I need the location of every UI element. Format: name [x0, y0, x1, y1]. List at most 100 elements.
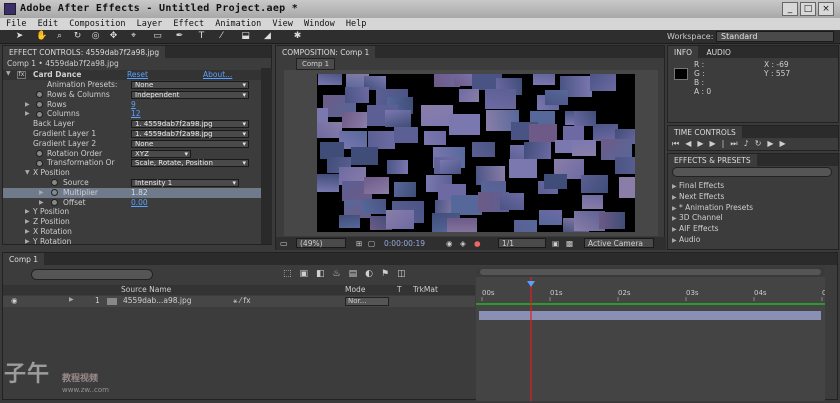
about-link[interactable]: About... — [203, 70, 232, 79]
audio-icon[interactable]: ♪ — [744, 139, 755, 148]
menu-help[interactable]: Help — [346, 19, 366, 29]
channel-icon[interactable]: ● — [474, 239, 481, 248]
menu-edit[interactable]: Edit — [38, 19, 58, 29]
eraser-tool-icon[interactable]: ◢ — [262, 31, 273, 42]
next-frame-icon[interactable]: ▶| — [710, 139, 731, 148]
live-update-icon[interactable]: ▣ — [300, 269, 317, 279]
zoom-tool-icon[interactable]: ⌕ — [54, 31, 65, 42]
comp-mini-flowchart-icon[interactable]: ⬚ — [283, 269, 300, 279]
rotate-tool-icon[interactable]: ↻ — [72, 31, 83, 42]
timecode[interactable]: 0:00:00:19 — [384, 239, 425, 248]
ram-preview-icon[interactable]: ▶▶ — [767, 139, 791, 148]
previous-frame-icon[interactable]: ◀ — [685, 139, 697, 148]
stopwatch-icon[interactable] — [51, 189, 58, 197]
menu-animation[interactable]: Animation — [215, 19, 261, 29]
stopwatch-icon[interactable] — [51, 179, 58, 187]
tab-effect-controls[interactable]: EFFECT CONTROLS: 4559dab7f2a98.jpg — [3, 46, 166, 58]
menu-window[interactable]: Window — [304, 19, 335, 29]
card-dance-preview-image[interactable] — [317, 74, 635, 232]
first-frame-icon[interactable]: ⏮ — [672, 139, 685, 148]
rectangle-tool-icon[interactable]: ▭ — [152, 31, 163, 42]
reset-link[interactable]: Reset — [127, 70, 148, 79]
composition-viewer[interactable] — [284, 70, 658, 236]
timeline-time-ruler-area[interactable]: 00s 01s 02s 03s 04s 05s — [476, 267, 835, 401]
expand-triangle-icon[interactable]: ▶ — [39, 188, 44, 198]
expand-triangle-icon[interactable]: ▶ — [25, 109, 30, 119]
magnification-dropdown[interactable]: (49%) — [296, 238, 346, 248]
snapshot-icon[interactable]: ◉ — [446, 239, 453, 248]
expand-triangle-icon[interactable]: ▶ — [39, 198, 44, 208]
stopwatch-icon[interactable] — [36, 101, 43, 109]
effects-category-item[interactable]: ▶ * Animation Presets — [672, 203, 753, 214]
pan-behind-tool-icon[interactable]: ✥ — [108, 31, 119, 42]
expand-triangle-icon[interactable]: ▶ — [69, 296, 74, 303]
brush-tool-icon[interactable]: ⁄ — [216, 31, 227, 42]
minimize-button[interactable]: _ — [782, 2, 798, 16]
timeline-search-input[interactable] — [31, 269, 153, 280]
stopwatch-icon[interactable] — [36, 91, 43, 99]
tab-effects-presets[interactable]: EFFECTS & PRESETS — [668, 154, 757, 166]
trkmat-header[interactable]: TrkMat — [413, 285, 438, 294]
columns-value[interactable]: 12 — [131, 109, 141, 119]
expand-triangle-icon[interactable]: ▶ — [25, 237, 30, 247]
close-button[interactable]: × — [818, 2, 834, 16]
property-row-selected[interactable]: ▶ Multiplier 1.82 — [3, 187, 261, 198]
animation-presets-dropdown[interactable]: None — [131, 81, 249, 89]
motion-blur-icon[interactable]: ◐ — [365, 269, 381, 279]
expand-triangle-icon[interactable]: ▶ — [25, 217, 30, 227]
menu-effect[interactable]: Effect — [173, 19, 204, 29]
frame-blending-icon[interactable]: ▤ — [349, 269, 366, 279]
mode-header[interactable]: Mode — [345, 285, 365, 294]
stopwatch-icon[interactable] — [51, 199, 58, 207]
always-preview-icon[interactable]: ▭ — [280, 239, 288, 248]
effect-controls-scrollbar[interactable] — [261, 68, 272, 244]
offset-value[interactable]: 0.00 — [131, 198, 148, 208]
puppet-pin-tool-icon[interactable]: ✱ — [292, 31, 303, 42]
rows-columns-dropdown[interactable]: Independent — [131, 90, 249, 99]
transparency-grid-icon[interactable]: ▩ — [566, 239, 573, 248]
brainstorm-icon[interactable]: ⚑ — [381, 269, 397, 279]
region-of-interest-icon[interactable]: ▣ — [552, 239, 559, 248]
effects-category-item[interactable]: ▶ 3D Channel — [672, 213, 753, 224]
expand-triangle-icon[interactable]: ▶ — [25, 207, 30, 217]
multiplier-value[interactable]: 1.82 — [131, 188, 148, 198]
pan-behind-alt-icon[interactable]: ⌖ — [128, 31, 139, 42]
draft-3d-icon[interactable]: ◧ — [316, 269, 333, 279]
collapse-triangle-icon[interactable]: ▼ — [6, 70, 11, 77]
comp-subtab[interactable]: Comp 1 — [296, 58, 336, 70]
play-icon[interactable]: ▶ — [697, 139, 709, 148]
effects-category-item[interactable]: ▶ Final Effects — [672, 181, 753, 192]
collapse-triangle-icon[interactable]: ▼ — [25, 168, 30, 178]
layer-name[interactable]: 4559dab...a98.jpg — [123, 296, 192, 305]
source-dropdown[interactable]: Intensity 1 — [131, 178, 239, 187]
menu-layer[interactable]: Layer — [137, 19, 163, 29]
hide-shy-icon[interactable]: ♨ — [333, 269, 349, 279]
hand-tool-icon[interactable]: ✋ — [36, 31, 47, 42]
visibility-eye-icon[interactable]: ◉ — [11, 296, 18, 305]
expand-triangle-icon[interactable]: ▶ — [25, 100, 30, 110]
last-frame-icon[interactable]: ⏭ — [730, 139, 743, 148]
maximize-button[interactable]: □ — [800, 2, 816, 16]
menu-view[interactable]: View — [272, 19, 292, 29]
menu-file[interactable]: File — [6, 19, 26, 29]
effects-search-input[interactable] — [672, 167, 832, 177]
stopwatch-icon[interactable] — [36, 159, 43, 167]
rotation-order-dropdown[interactable]: XYZ — [131, 149, 191, 158]
show-snapshot-icon[interactable]: ◈ — [460, 239, 466, 248]
source-name-header[interactable]: Source Name — [121, 285, 171, 294]
layer-switches[interactable]: ⚹ ⁄ fx — [233, 296, 251, 306]
pen-tool-icon[interactable]: ✒ — [174, 31, 185, 42]
effects-category-item[interactable]: ▶ Audio — [672, 235, 753, 246]
gradient-layer-2-dropdown[interactable]: None — [131, 139, 249, 148]
camera-dropdown[interactable]: Active Camera — [584, 238, 654, 248]
stopwatch-icon[interactable] — [36, 110, 43, 118]
grid-icon[interactable]: ⊞ — [356, 239, 362, 248]
rows-value[interactable]: 9 — [131, 100, 136, 110]
loop-icon[interactable]: ↻ — [755, 139, 768, 148]
orbit-camera-tool-icon[interactable]: ◎ — [90, 31, 101, 42]
tab-audio[interactable]: AUDIO — [700, 46, 737, 58]
tab-comp-1-timeline[interactable]: Comp 1 — [3, 253, 45, 265]
type-tool-icon[interactable]: T — [196, 31, 207, 42]
menu-composition[interactable]: Composition — [69, 19, 125, 29]
expand-triangle-icon[interactable]: ▶ — [25, 227, 30, 237]
